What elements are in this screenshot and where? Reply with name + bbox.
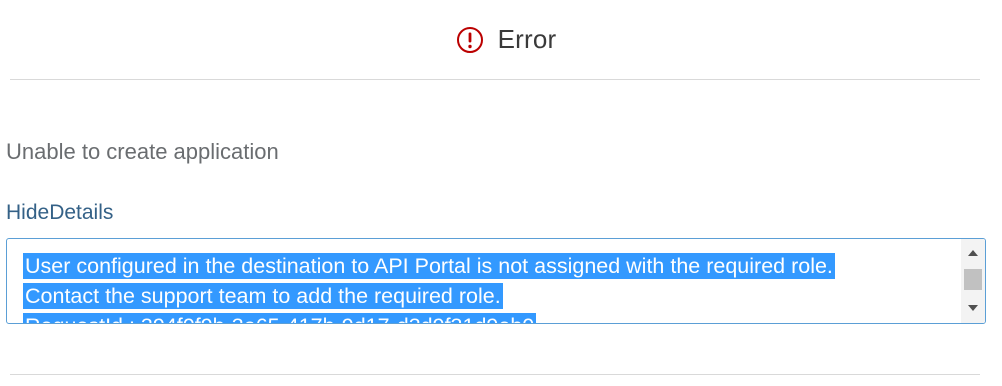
details-scrollbar[interactable]: [961, 239, 985, 323]
error-details-textarea[interactable]: User configured in the destination to AP…: [6, 238, 986, 324]
details-line: Contact the support team to add the requ…: [23, 283, 503, 309]
error-circle-icon: [456, 26, 484, 54]
scroll-up-arrow-icon[interactable]: [968, 250, 978, 256]
details-line: RequestId : 394f0f9b-3e65-417b-9d17-d3d9…: [23, 311, 953, 323]
dialog-title: Error: [497, 24, 557, 54]
dialog-header-content: Error: [456, 24, 557, 55]
error-dialog: Error Unable to create application HideD…: [0, 0, 1002, 386]
scroll-down-arrow-icon[interactable]: [968, 305, 978, 311]
dialog-footer-divider: [10, 374, 980, 375]
error-message: Unable to create application: [6, 139, 279, 164]
scroll-thumb[interactable]: [964, 269, 982, 290]
dialog-header: Error: [10, 0, 980, 80]
hide-details-link[interactable]: HideDetails: [6, 201, 113, 225]
error-details-content: User configured in the destination to AP…: [23, 251, 953, 323]
details-line: User configured in the destination to AP…: [23, 253, 835, 279]
